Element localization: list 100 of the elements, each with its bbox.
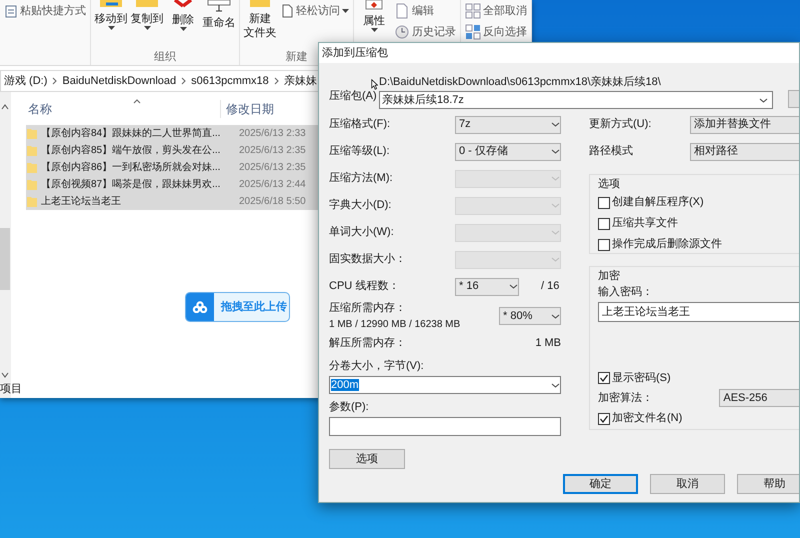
file-date: 2025/6/13 2:35 (239, 161, 306, 175)
field-label: 压缩格式(F): (329, 116, 392, 132)
ribbon-button[interactable]: 历史记录 (394, 24, 456, 40)
file-row[interactable]: 【原创内容85】端午放假，剪头发在公... 2025/6/13 2:35 (26, 142, 318, 159)
ribbon-button[interactable]: 轻松访问 (280, 3, 349, 20)
checkbox[interactable] (598, 412, 610, 425)
grid-icon (465, 24, 481, 40)
scroll-thumb[interactable] (0, 228, 10, 290)
scrollbar[interactable] (0, 92, 11, 398)
clock-icon (394, 24, 410, 40)
file-name: 【原创视频87】喝茶是假，跟妹妹男欢... (41, 178, 222, 192)
combo-value: 亲妹妹后续18.7z (382, 92, 464, 108)
dropdown-icon (551, 176, 560, 181)
folder-icon (26, 178, 38, 190)
window-title: 添加到压缩包 (322, 46, 388, 61)
dropdown-icon (551, 314, 560, 318)
field-label: 解压所需内存： (329, 336, 406, 351)
ribbon-button[interactable]: 编辑 (394, 3, 456, 20)
dialog-button[interactable]: 取消 (650, 474, 725, 494)
dropdown-icon (551, 122, 560, 127)
checkbox-label: 加密文件名(N) (612, 410, 682, 426)
dropdown-icon (551, 203, 560, 208)
scroll-down-icon[interactable] (1, 372, 9, 378)
dropdown-icon (509, 284, 518, 289)
breadcrumb-item[interactable]: s0613pcmmx18 (191, 72, 269, 90)
column-header[interactable]: 名称 (11, 100, 221, 118)
ribbon-button[interactable]: 新建 文件夹 (244, 0, 276, 46)
field-label: 字典大小(D): (329, 198, 392, 214)
scroll-up-icon[interactable] (1, 104, 9, 110)
input-field[interactable] (329, 417, 561, 436)
breadcrumb-item[interactable]: BaiduNetdiskDownload (62, 72, 176, 90)
checkbox[interactable] (598, 238, 610, 250)
upload-label: 拖拽至此上传 (221, 300, 287, 315)
field-label: 分卷大小，字节(V): (329, 358, 425, 374)
dropdown-icon (759, 98, 768, 102)
archive-combo[interactable]: 亲妹妹后续18.7z (379, 91, 773, 109)
ribbon-button[interactable]: 全部取消 (465, 3, 527, 20)
file-name: 【原创内容84】跟妹妹的二人世界简直... (41, 126, 222, 141)
file-row[interactable]: 【原创内容84】跟妹妹的二人世界简直... 2025/6/13 2:33 (26, 125, 318, 142)
dropdown[interactable]: 添加并替换文件 (690, 116, 799, 134)
grid-icon (465, 3, 481, 20)
file-name: 【原创内容85】端午放假，剪头发在公... (41, 144, 222, 158)
checkbox-label: 创建自解压程序(X) (612, 194, 704, 210)
options-button[interactable]: 选项 (329, 449, 405, 469)
folder-icon (26, 162, 38, 174)
dropdown-icon (551, 149, 560, 154)
field-label: 更新方式(U): (589, 116, 652, 132)
dropdown-icon (551, 382, 560, 388)
dropdown[interactable]: * 16 (455, 278, 519, 296)
dropdown-icon (551, 230, 560, 235)
field-label: 压缩所需内存： (329, 300, 407, 316)
file-row[interactable]: 【原创内容86】一到私密场所就会对妹... 2025/6/13 2:35 (26, 159, 318, 176)
dropdown[interactable]: 7z (455, 116, 561, 134)
checkbox-label: 显示密码(S) (612, 370, 671, 386)
folder-icon (26, 196, 38, 208)
group-label: 新建 (286, 50, 308, 64)
breadcrumb-item[interactable]: 亲妹妹 (284, 72, 317, 90)
field-label: / 16 (541, 279, 560, 294)
group-label: 组织 (154, 50, 176, 64)
ribbon-button[interactable]: 粘贴快捷方式 (4, 3, 86, 20)
dropdown[interactable]: * 80% (499, 307, 561, 325)
file-date: 2025/6/13 2:33 (239, 127, 306, 141)
ribbon-button[interactable]: 重命名 (203, 0, 235, 46)
file-date: 2025/6/13 2:44 (239, 178, 306, 192)
field-label: CPU 线程数： (329, 279, 400, 294)
folder-icon (134, 0, 160, 8)
memory-detail: 1 MB / 12990 MB / 16238 MB (329, 318, 462, 332)
dropdown[interactable]: 相对路径 (690, 142, 799, 160)
password-field[interactable]: 上老王论坛当老王 (598, 302, 799, 322)
folder-icon (26, 128, 38, 140)
field-label: 输入密码： (598, 284, 654, 300)
ribbon-button[interactable]: 反向选择 (465, 24, 527, 40)
checkbox[interactable] (598, 196, 610, 208)
field-label: 压缩方法(M): (329, 170, 394, 186)
dropdown-icon (551, 257, 560, 262)
breadcrumb-item[interactable]: 游戏 (D:) (4, 72, 48, 90)
dropdown[interactable]: 0 - 仅存储 (455, 142, 561, 160)
checkbox[interactable] (598, 372, 610, 384)
file-row[interactable]: 【原创视频87】喝茶是假，跟妹妹男欢... 2025/6/13 2:44 (26, 176, 318, 193)
field-value: 1 MB (535, 336, 561, 351)
ribbon-button[interactable]: 复制到 (131, 0, 163, 46)
file-date: 2025/6/13 2:35 (239, 144, 306, 158)
folder-icon (248, 0, 272, 8)
volume-combo[interactable]: 200m (329, 376, 561, 394)
file-row[interactable]: 上老王论坛当老王 2025/6/18 5:50 (26, 193, 318, 210)
ribbon-button[interactable]: 删除 (167, 0, 199, 46)
ribbon-button[interactable]: 移动到 (95, 0, 127, 46)
group-title: 选项 (598, 177, 621, 192)
folder-icon (26, 144, 38, 156)
field-label: 固实数据大小： (329, 252, 407, 268)
field-label: 单词大小(W): (329, 225, 395, 240)
dialog-button[interactable]: 帮助 (737, 474, 799, 494)
file-name: 上老王论坛当老王 (41, 194, 122, 209)
column-header[interactable]: 修改日期 (221, 100, 274, 118)
cloud-icon (192, 301, 208, 313)
dialog-button[interactable]: 确定 (563, 474, 638, 494)
checkbox[interactable] (598, 218, 610, 230)
dropdown[interactable]: AES-256 (719, 389, 799, 408)
check-icon (599, 414, 609, 424)
file-date: 2025/6/18 5:50 (239, 195, 306, 209)
